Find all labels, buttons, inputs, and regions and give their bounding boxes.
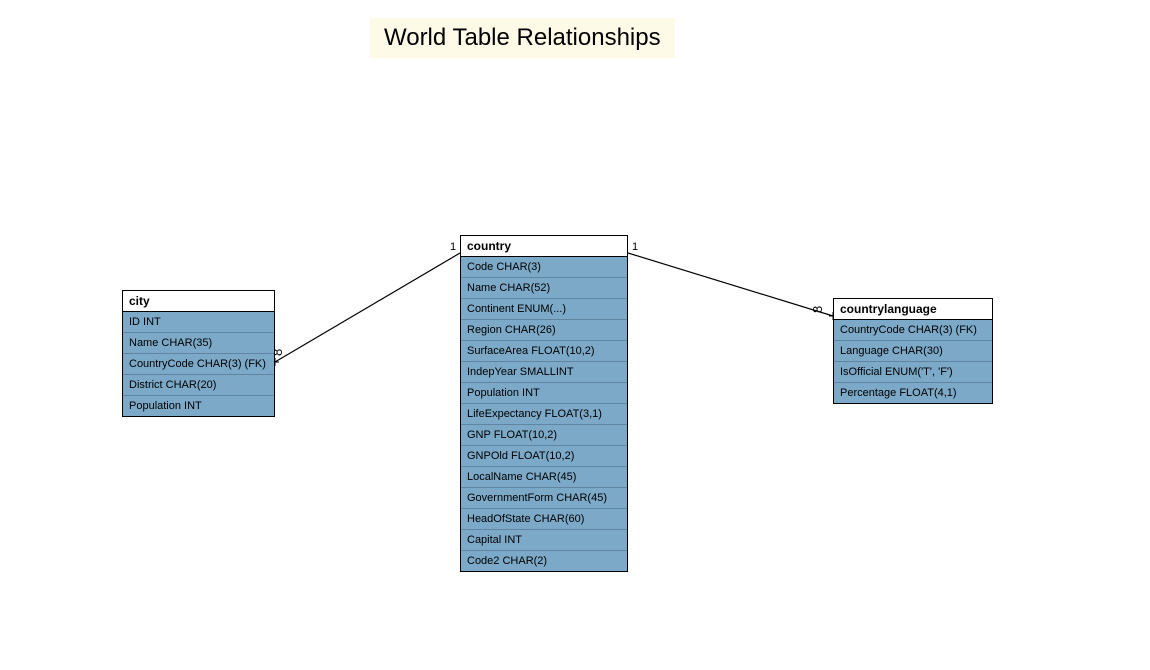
entity-city-col: Population INT	[123, 396, 274, 416]
entity-country-col: GovernmentForm CHAR(45)	[461, 488, 627, 509]
er-diagram-canvas: World Table Relationships 1 1 8 8 city I…	[0, 0, 1150, 670]
entity-country-col: LocalName CHAR(45)	[461, 467, 627, 488]
entity-country-col: Region CHAR(26)	[461, 320, 627, 341]
entity-countrylanguage-col: Language CHAR(30)	[834, 341, 992, 362]
entity-country-col: Code CHAR(3)	[461, 257, 627, 278]
entity-city-header: city	[123, 291, 274, 312]
entity-countrylanguage-header: countrylanguage	[834, 299, 992, 320]
entity-country-col: Population INT	[461, 383, 627, 404]
diagram-title: World Table Relationships	[370, 18, 675, 58]
entity-country-col: IndepYear SMALLINT	[461, 362, 627, 383]
entity-country-col: Name CHAR(52)	[461, 278, 627, 299]
entity-countrylanguage: countrylanguage CountryCode CHAR(3) (FK)…	[833, 298, 993, 404]
cardinality-many-right: 8	[810, 306, 825, 313]
entity-country-col: HeadOfState CHAR(60)	[461, 509, 627, 530]
entity-country-col: GNP FLOAT(10,2)	[461, 425, 627, 446]
entity-countrylanguage-col: Percentage FLOAT(4,1)	[834, 383, 992, 403]
entity-city-col: District CHAR(20)	[123, 375, 274, 396]
entity-country-col: Continent ENUM(...)	[461, 299, 627, 320]
entity-country-col: GNPOld FLOAT(10,2)	[461, 446, 627, 467]
entity-city-col: CountryCode CHAR(3) (FK)	[123, 354, 274, 375]
entity-city-col: ID INT	[123, 312, 274, 333]
entity-country-col: Code2 CHAR(2)	[461, 551, 627, 571]
entity-country-col: Capital INT	[461, 530, 627, 551]
entity-country: country Code CHAR(3) Name CHAR(52) Conti…	[460, 235, 628, 572]
cardinality-one-left: 1	[450, 241, 456, 253]
entity-countrylanguage-col: IsOfficial ENUM('T', 'F')	[834, 362, 992, 383]
entity-countrylanguage-col: CountryCode CHAR(3) (FK)	[834, 320, 992, 341]
entity-city: city ID INT Name CHAR(35) CountryCode CH…	[122, 290, 275, 417]
entity-city-col: Name CHAR(35)	[123, 333, 274, 354]
entity-country-col: LifeExpectancy FLOAT(3,1)	[461, 404, 627, 425]
cardinality-one-right: 1	[632, 241, 638, 253]
entity-country-header: country	[461, 236, 627, 257]
entity-country-col: SurfaceArea FLOAT(10,2)	[461, 341, 627, 362]
